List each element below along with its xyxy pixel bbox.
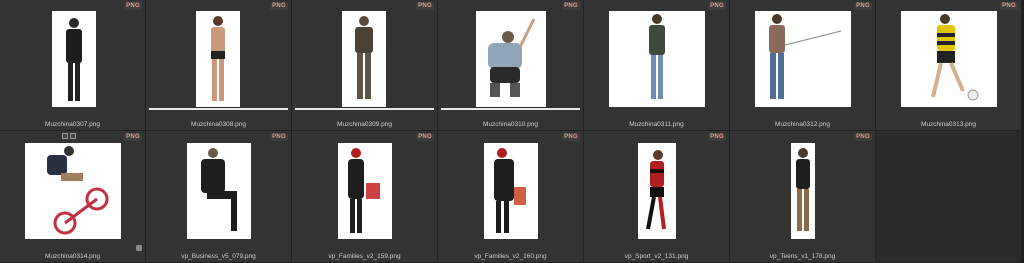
file-name: Muzchina0311.png	[629, 121, 684, 128]
thumbnail-image[interactable]	[484, 143, 538, 239]
thumbnail-image[interactable]	[609, 11, 705, 107]
png-badge: PNG	[124, 2, 142, 10]
progress-bar	[295, 108, 434, 110]
png-badge: PNG	[416, 133, 434, 141]
thumbnail-image[interactable]	[901, 11, 997, 107]
thumbnail-tile[interactable]: PNG vp_Teens_v1_178.png	[730, 131, 876, 263]
png-badge: PNG	[562, 2, 580, 10]
png-badge: PNG	[270, 133, 288, 141]
thumbnail-image[interactable]	[476, 11, 546, 107]
tile-toolbar	[62, 133, 76, 139]
png-badge: PNG	[1000, 2, 1018, 10]
empty-tile	[876, 131, 1022, 263]
thumbnail-image[interactable]	[342, 11, 386, 107]
thumbnail-tile[interactable]: PNG Muzchina0314.png	[0, 131, 146, 263]
person-figure-icon	[66, 18, 82, 101]
thumbnail-image[interactable]	[196, 11, 240, 107]
png-badge: PNG	[708, 2, 726, 10]
file-name: Muzchina0313.png	[921, 121, 976, 128]
thumbnail-image[interactable]	[52, 11, 96, 107]
thumbnail-image[interactable]	[187, 143, 251, 239]
file-name: vp_Teens_v1_178.png	[769, 253, 836, 260]
file-name: Muzchina0312.png	[775, 121, 830, 128]
person-figure-icon	[47, 146, 109, 235]
thumbnail-tile[interactable]: PNG vp_Families_v2_160.png	[438, 131, 584, 263]
thumbnail-tile[interactable]: PNG Muzchina0312.png	[730, 0, 876, 131]
thumbnail-image[interactable]	[638, 143, 676, 239]
thumbnail-image[interactable]	[755, 11, 851, 107]
file-name: vp_Families_v2_160.png	[474, 253, 547, 260]
file-name: Muzchina0309.png	[337, 121, 392, 128]
png-badge: PNG	[562, 133, 580, 141]
progress-bar	[149, 108, 288, 110]
person-figure-icon	[355, 16, 373, 99]
person-figure-icon	[201, 148, 237, 231]
thumbnail-tile[interactable]: PNG vp_Families_v2_159.png	[292, 131, 438, 263]
file-name: vp_Sport_v2_131.png	[624, 253, 689, 260]
png-badge: PNG	[708, 133, 726, 141]
person-figure-icon	[488, 18, 536, 97]
person-figure-icon	[211, 16, 225, 101]
png-badge: PNG	[854, 2, 872, 10]
file-name: vp_Families_v2_159.png	[328, 253, 401, 260]
thumbnail-tile[interactable]: PNG Muzchina0308.png	[146, 0, 292, 131]
png-badge: PNG	[124, 133, 142, 141]
png-badge: PNG	[416, 2, 434, 10]
thumbnail-tile[interactable]: PNG Muzchina0313.png	[876, 0, 1022, 131]
thumbnail-tile[interactable]: PNG vp_Business_v5_079.png	[146, 131, 292, 263]
thumbnail-image[interactable]	[791, 143, 815, 239]
select-icon[interactable]	[62, 133, 68, 139]
thumbnail-tile[interactable]: PNG Muzchina0310.png	[438, 0, 584, 131]
thumbnail-tile[interactable]: PNG Muzchina0309.png	[292, 0, 438, 131]
progress-bar	[441, 108, 580, 110]
person-figure-icon	[348, 148, 380, 233]
thumbnail-tile[interactable]: PNG vp_Sport_v2_131.png	[584, 131, 730, 263]
person-figure-icon	[769, 14, 842, 99]
thumbnail-tile[interactable]: PNG Muzchina0311.png	[584, 0, 730, 131]
person-figure-icon	[494, 148, 526, 233]
person-figure-icon	[796, 148, 810, 231]
file-name: vp_Business_v5_079.png	[181, 253, 256, 260]
checkbox[interactable]	[136, 245, 142, 251]
png-badge: PNG	[854, 133, 872, 141]
thumbnail-tile[interactable]: PNG Muzchina0307.png	[0, 0, 146, 131]
file-name: Muzchina0314.png	[45, 253, 100, 260]
thumbnail-grid: PNG Muzchina0307.png PNG Muzchina0308.pn…	[0, 0, 1024, 263]
png-badge: PNG	[270, 2, 288, 10]
edit-icon[interactable]	[70, 133, 76, 139]
person-figure-icon	[649, 14, 665, 99]
file-name: Muzchina0308.png	[191, 121, 246, 128]
file-name: Muzchina0307.png	[45, 121, 100, 128]
file-name: Muzchina0310.png	[483, 121, 538, 128]
thumbnail-image[interactable]	[338, 143, 392, 239]
person-figure-icon	[646, 150, 666, 230]
person-figure-icon	[931, 14, 979, 101]
thumbnail-image[interactable]	[25, 143, 121, 239]
